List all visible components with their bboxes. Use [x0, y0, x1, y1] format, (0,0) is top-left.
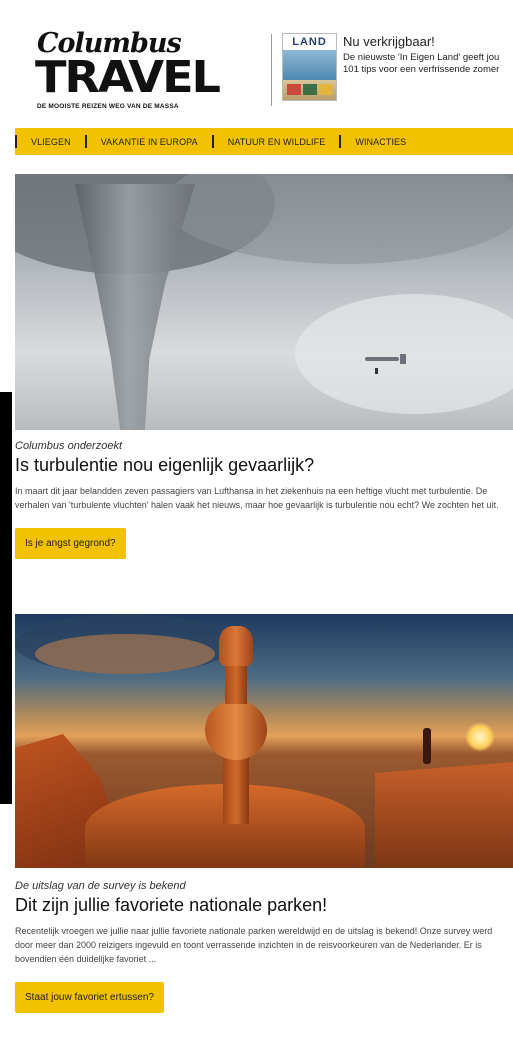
header: Columbus TRAVEL DE MOOISTE REIZEN WEG VA…: [15, 0, 513, 126]
nav-item-vakantie-in-europa[interactable]: VAKANTIE IN EUROPA: [87, 137, 212, 147]
rock-pillar: [205, 626, 267, 826]
airplane-icon: [345, 354, 415, 376]
article-kicker: Columbus onderzoekt: [15, 440, 123, 452]
article-headline[interactable]: Dit zijn jullie favoriete nationale park…: [15, 894, 513, 916]
sun: [465, 722, 495, 752]
nav-item-vliegen[interactable]: VLIEGEN: [17, 137, 85, 147]
nav-item-winacties[interactable]: WINACTIES: [341, 137, 420, 147]
logo-main: TRAVEL: [35, 52, 221, 103]
article-body: Recentelijk vroegen we jullie naar julli…: [15, 926, 493, 964]
magazine-cover-image[interactable]: LAND: [282, 33, 337, 101]
newsletter: Columbus TRAVEL DE MOOISTE REIZEN WEG VA…: [15, 0, 513, 1055]
article-headline[interactable]: Is turbulentie nou eigenlijk gevaarlijk?: [15, 454, 513, 476]
promo-description: De nieuwste 'In Eigen Land' geeft jou 10…: [343, 52, 500, 75]
tornado: [75, 184, 195, 430]
cta-button[interactable]: Is je angst gegrond?: [15, 528, 126, 559]
logo-tagline: DE MOOISTE REIZEN WEG VAN DE MASSA: [37, 103, 179, 110]
national-park-image[interactable]: [15, 614, 513, 868]
magazine-masthead: LAND: [283, 34, 336, 50]
photographer-figure: [423, 728, 431, 764]
main-nav: VLIEGEN VAKANTIE IN EUROPA NATUUR EN WIL…: [15, 128, 513, 155]
article-turbulence: Columbus onderzoekt Is turbulentie nou e…: [15, 440, 513, 559]
tornado-airplane-image[interactable]: [15, 174, 513, 430]
cta-button[interactable]: Staat jouw favoriet ertussen?: [15, 982, 164, 1013]
columbus-travel-logo[interactable]: Columbus TRAVEL DE MOOISTE REIZEN WEG VA…: [35, 28, 221, 112]
nav-item-natuur-en-wildlife[interactable]: NATUUR EN WILDLIFE: [214, 137, 340, 147]
promo-title: Nu verkrijgbaar!: [343, 34, 435, 49]
article-body: In maart dit jaar belandden zeven passag…: [15, 486, 499, 510]
header-divider: [271, 34, 272, 106]
promo-text[interactable]: Nu verkrijgbaar! De nieuwste 'In Eigen L…: [343, 34, 508, 76]
article-kicker: De uitslag van de survey is bekend: [15, 880, 186, 892]
article-national-parks: De uitslag van de survey is bekend Dit z…: [15, 880, 513, 1013]
left-dark-bar: [0, 392, 12, 804]
